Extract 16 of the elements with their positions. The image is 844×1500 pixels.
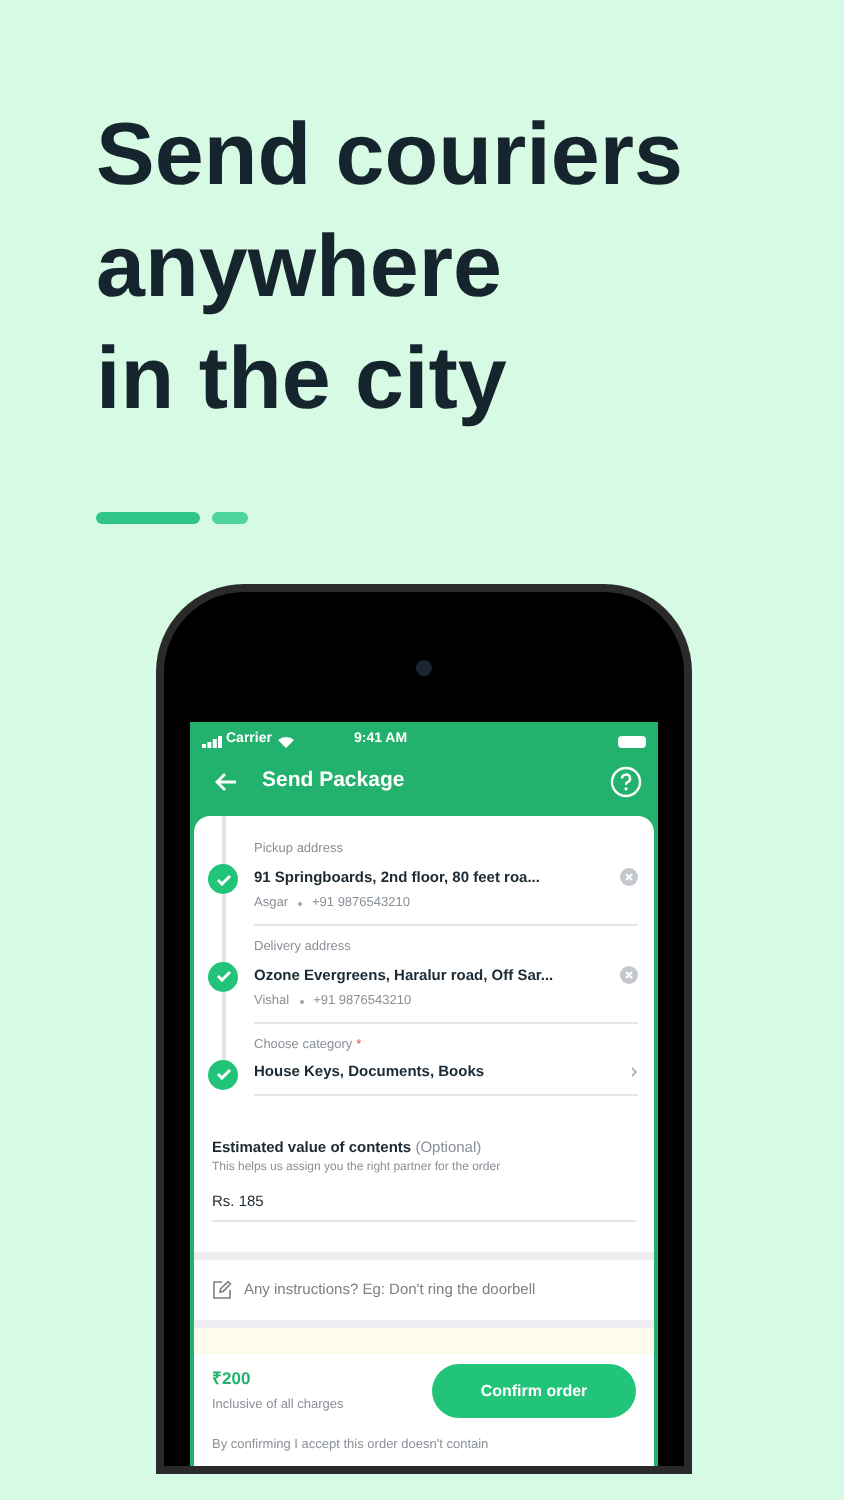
headline-line: anywhere [96,216,504,320]
pencil-icon [212,1280,232,1300]
camera-icon [416,659,432,675]
headline-line: in the city [96,328,509,432]
clear-icon[interactable] [620,867,638,886]
confirm-button[interactable]: Confirm order [432,1364,636,1418]
price: ₹200 [212,1366,253,1392]
back-arrow-icon[interactable] [214,772,238,792]
screen-title: Send Package [262,766,405,797]
help-icon[interactable] [610,766,642,798]
clear-icon[interactable] [620,965,638,984]
signal-icon [202,735,222,747]
headline-line: Send couriers [96,104,685,208]
chevron-right-icon[interactable] [630,1065,638,1078]
wifi-icon [277,735,294,747]
battery-icon [618,735,646,747]
